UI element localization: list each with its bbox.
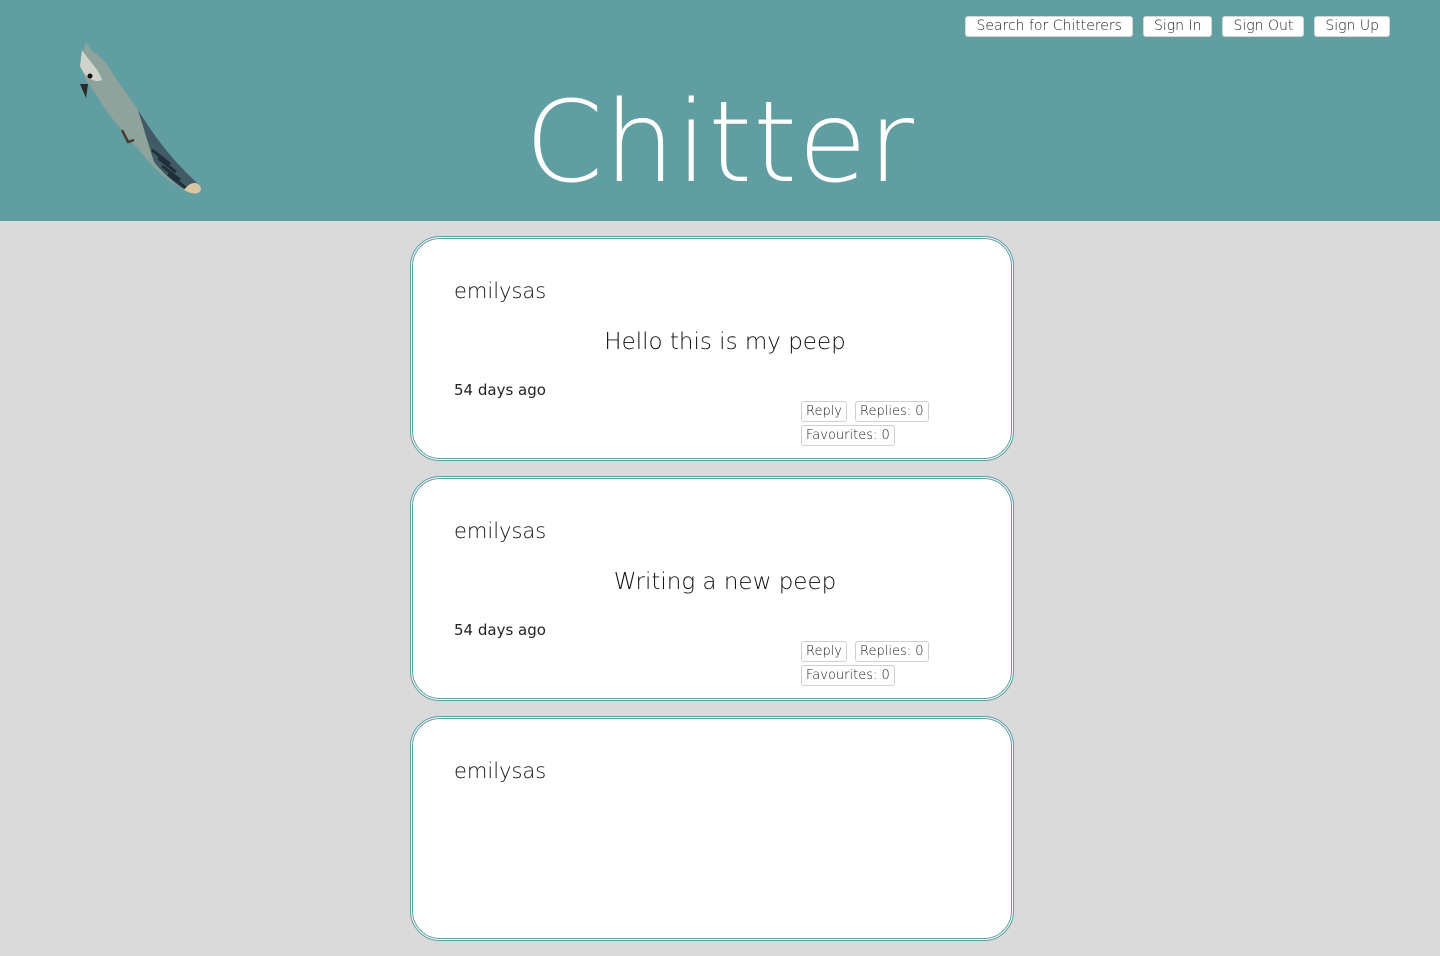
peep-username: emilysas	[454, 759, 547, 783]
site-header: Chitter Search for Chitterers Sign In Si…	[0, 0, 1440, 221]
peep-card: emilysas	[410, 716, 1014, 941]
app-title: Chitter	[524, 78, 916, 208]
peep-username: emilysas	[454, 519, 547, 543]
peep-card: emilysas Writing a new peep 54 days ago …	[410, 476, 1014, 701]
peep-text: Hello this is my peep	[604, 329, 846, 355]
peep-username: emilysas	[454, 279, 547, 303]
reply-button[interactable]: Reply	[801, 401, 848, 422]
favourites-button[interactable]: Favourites: 0	[801, 665, 895, 686]
peep-card: emilysas Hello this is my peep 54 days a…	[410, 236, 1014, 461]
replies-count-button[interactable]: Replies: 0	[855, 401, 929, 422]
top-nav: Search for Chitterers Sign In Sign Out S…	[965, 16, 1390, 37]
peep-text: Writing a new peep	[613, 569, 837, 595]
sign-up-button[interactable]: Sign Up	[1314, 16, 1390, 37]
peep-actions: Reply Replies: 0 Favourites: 0	[801, 401, 951, 446]
peep-timestamp: 54 days ago	[454, 621, 546, 639]
sign-out-button[interactable]: Sign Out	[1222, 16, 1305, 37]
sign-in-button[interactable]: Sign In	[1142, 16, 1213, 37]
favourites-button[interactable]: Favourites: 0	[801, 425, 895, 446]
search-chitterers-button[interactable]: Search for Chitterers	[965, 16, 1133, 37]
peep-actions: Reply Replies: 0 Favourites: 0	[801, 641, 951, 686]
reply-button[interactable]: Reply	[801, 641, 848, 662]
peep-timestamp: 54 days ago	[454, 381, 546, 399]
replies-count-button[interactable]: Replies: 0	[855, 641, 929, 662]
peep-feed: emilysas Hello this is my peep 54 days a…	[410, 236, 1014, 956]
